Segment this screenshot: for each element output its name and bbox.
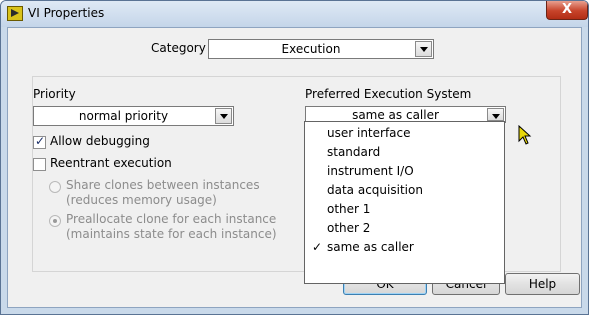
priority-value: normal priority xyxy=(78,109,169,123)
share-clones-sublabel: (reduces memory usage) xyxy=(66,193,217,207)
option-label: standard xyxy=(327,145,381,159)
help-button[interactable]: Help xyxy=(505,273,580,295)
execution-system-option[interactable]: other 1 xyxy=(305,200,504,219)
title-bar[interactable]: VI Properties X xyxy=(1,1,588,27)
execution-system-option-selected[interactable]: ✓ same as caller xyxy=(305,238,504,257)
preallocate-clone-label: Preallocate clone for each instance xyxy=(66,212,277,226)
chevron-down-icon[interactable] xyxy=(487,108,504,121)
reentrant-execution-checkbox[interactable] xyxy=(33,158,46,171)
category-value: Execution xyxy=(281,42,341,56)
checkmark-icon: ✓ xyxy=(312,240,323,254)
priority-select[interactable]: normal priority xyxy=(33,106,234,126)
option-label: instrument I/O xyxy=(327,164,414,178)
allow-debugging-checkbox[interactable] xyxy=(33,134,46,149)
execution-system-option[interactable]: data acquisition xyxy=(305,181,504,200)
close-button[interactable]: X xyxy=(546,1,588,20)
option-label: user interface xyxy=(327,126,411,140)
execution-system-option[interactable]: instrument I/O xyxy=(305,162,504,181)
preferred-execution-system-value: same as caller xyxy=(352,108,439,122)
execution-system-option[interactable]: user interface xyxy=(305,124,504,143)
preallocate-clone-radio[interactable] xyxy=(49,215,61,227)
allow-debugging-label[interactable]: Allow debugging xyxy=(50,134,150,148)
category-label: Category xyxy=(151,41,206,55)
preferred-execution-system-label: Preferred Execution System xyxy=(305,87,472,101)
category-select[interactable]: Execution xyxy=(208,39,434,59)
chevron-down-icon[interactable] xyxy=(215,108,232,124)
reentrant-execution-label[interactable]: Reentrant execution xyxy=(50,156,172,170)
execution-system-option[interactable]: other 2 xyxy=(305,219,504,238)
preallocate-clone-sublabel: (maintains state for each instance) xyxy=(66,227,277,241)
execution-system-dropdown-list: user interface standard instrument I/O d… xyxy=(304,121,505,284)
vi-properties-window: VI Properties X Category Execution Prior… xyxy=(0,0,589,315)
option-label: data acquisition xyxy=(327,183,423,197)
share-clones-radio[interactable] xyxy=(49,181,61,193)
priority-label: Priority xyxy=(33,87,76,101)
chevron-down-icon[interactable] xyxy=(415,41,432,57)
window-title: VI Properties xyxy=(28,6,105,20)
share-clones-label: Share clones between instances xyxy=(66,178,260,192)
execution-system-option[interactable]: standard xyxy=(305,143,504,162)
option-label: other 1 xyxy=(327,202,371,216)
option-label: other 2 xyxy=(327,221,371,235)
mouse-pointer-icon xyxy=(518,125,532,145)
option-label: same as caller xyxy=(327,240,414,254)
labview-vi-icon xyxy=(7,6,23,21)
